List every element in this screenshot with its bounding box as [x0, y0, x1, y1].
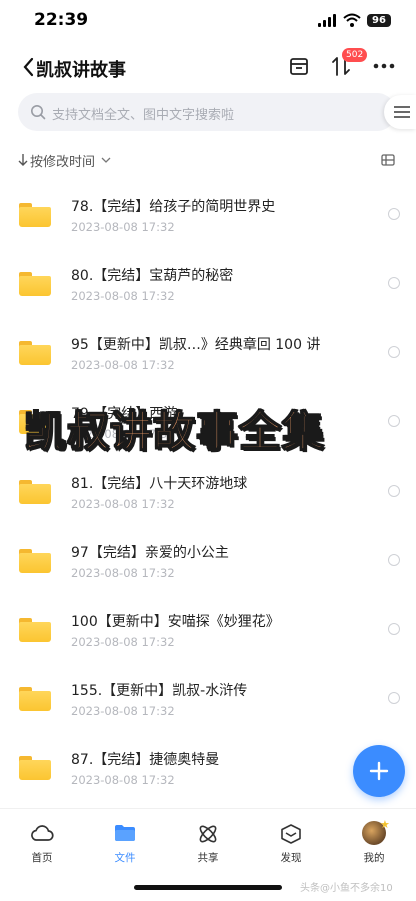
nav-files-label: 文件	[114, 852, 136, 864]
watermark-text: 头条@小鱼不多余10	[300, 883, 393, 894]
overlay-caption: 凯叔讲故事全集	[23, 406, 326, 457]
menu-toggle-button[interactable]	[384, 95, 416, 129]
folder-icon	[19, 480, 51, 504]
file-row[interactable]: 155.【更新中】凯叔-水浒传 2023-08-08 17:32	[0, 680, 416, 749]
file-row[interactable]: 80.【完结】宝葫芦的秘密 2023-08-08 17:32	[0, 265, 416, 334]
file-name: 87.【完结】捷德奥特曼	[71, 752, 220, 768]
file-date: 2023-08-08 17:32	[71, 773, 175, 787]
status-time: 22:39	[34, 10, 89, 30]
folder-icon	[19, 549, 51, 573]
file-name: 81.【完结】八十天环游地球	[71, 476, 248, 492]
select-radio[interactable]	[388, 623, 400, 635]
star-badge-icon: ★	[380, 818, 390, 831]
view-toggle-icon[interactable]	[381, 154, 395, 166]
archive-box-icon[interactable]	[289, 56, 309, 76]
nav-share-label: 共享	[197, 852, 219, 864]
file-name: 95【更新中】凯叔…》经典章回 100 讲	[71, 337, 321, 353]
file-name: 155.【更新中】凯叔-水浒传	[71, 683, 248, 699]
file-name: 80.【完结】宝葫芦的秘密	[71, 268, 234, 284]
file-date: 2023-08-08 17:32	[71, 704, 175, 718]
search-icon	[31, 105, 46, 120]
folder-icon	[19, 341, 51, 365]
sort-down-arrow-icon[interactable]	[18, 153, 28, 167]
share-atom-icon	[199, 825, 217, 843]
chevron-down-icon[interactable]	[101, 156, 111, 164]
file-date: 2023-08-08 17:32	[71, 635, 175, 649]
file-date: 2023-08-08 17:32	[71, 220, 175, 234]
file-row[interactable]: 81.【完结】八十天环游地球 2023-08-08 17:32	[0, 473, 416, 542]
select-radio[interactable]	[388, 277, 400, 289]
nav-mine-label: 我的	[363, 852, 385, 864]
plus-icon	[369, 761, 389, 781]
battery-indicator: 96	[367, 14, 391, 27]
select-radio[interactable]	[388, 554, 400, 566]
folder-icon	[19, 272, 51, 296]
more-options-icon[interactable]	[373, 63, 395, 69]
select-radio[interactable]	[388, 415, 400, 427]
file-row[interactable]: 97【完结】亲爱的小公主 2023-08-08 17:32	[0, 542, 416, 611]
file-date: 2023-08-08 17:32	[71, 289, 175, 303]
folder-icon	[19, 756, 51, 780]
search-placeholder: 支持文档全文、图中文字搜索啦	[52, 108, 235, 123]
folder-icon	[115, 825, 135, 841]
select-radio[interactable]	[388, 346, 400, 358]
nav-discover-label: 发现	[280, 852, 302, 864]
select-radio[interactable]	[388, 692, 400, 704]
file-date: 2023-08-08 17:32	[71, 358, 175, 372]
cloud-icon	[31, 825, 54, 841]
page-title: 凯叔讲故事	[36, 60, 126, 81]
file-name: 78.【完结】给孩子的简明世界史	[71, 199, 276, 215]
nav-home-label: 首页	[31, 852, 53, 864]
add-button[interactable]	[353, 745, 405, 797]
file-row[interactable]: 95【更新中】凯叔…》经典章回 100 讲 2023-08-08 17:32	[0, 334, 416, 403]
folder-icon	[19, 618, 51, 642]
select-radio[interactable]	[388, 208, 400, 220]
file-date: 2023-08-08 17:32	[71, 566, 175, 580]
back-chevron-icon[interactable]	[22, 57, 34, 77]
folder-icon	[19, 203, 51, 227]
folder-icon	[19, 687, 51, 711]
wifi-icon	[343, 13, 361, 27]
hamburger-icon	[394, 106, 410, 118]
file-date: 2023-08-08 17:32	[71, 497, 175, 511]
file-row[interactable]: 78.【完结】给孩子的简明世界史 2023-08-08 17:32	[0, 196, 416, 265]
discover-cube-icon	[281, 824, 301, 844]
transfer-count-badge: 502	[342, 48, 368, 62]
signal-icon	[318, 14, 338, 27]
select-radio[interactable]	[388, 485, 400, 497]
sort-order-label[interactable]: 按修改时间	[30, 151, 95, 170]
file-name: 97【完结】亲爱的小公主	[71, 545, 229, 561]
file-name: 100【更新中】安喵探《妙狸花》	[71, 614, 280, 630]
home-indicator	[134, 885, 282, 890]
file-row[interactable]: 100【更新中】安喵探《妙狸花》 2023-08-08 17:32	[0, 611, 416, 680]
